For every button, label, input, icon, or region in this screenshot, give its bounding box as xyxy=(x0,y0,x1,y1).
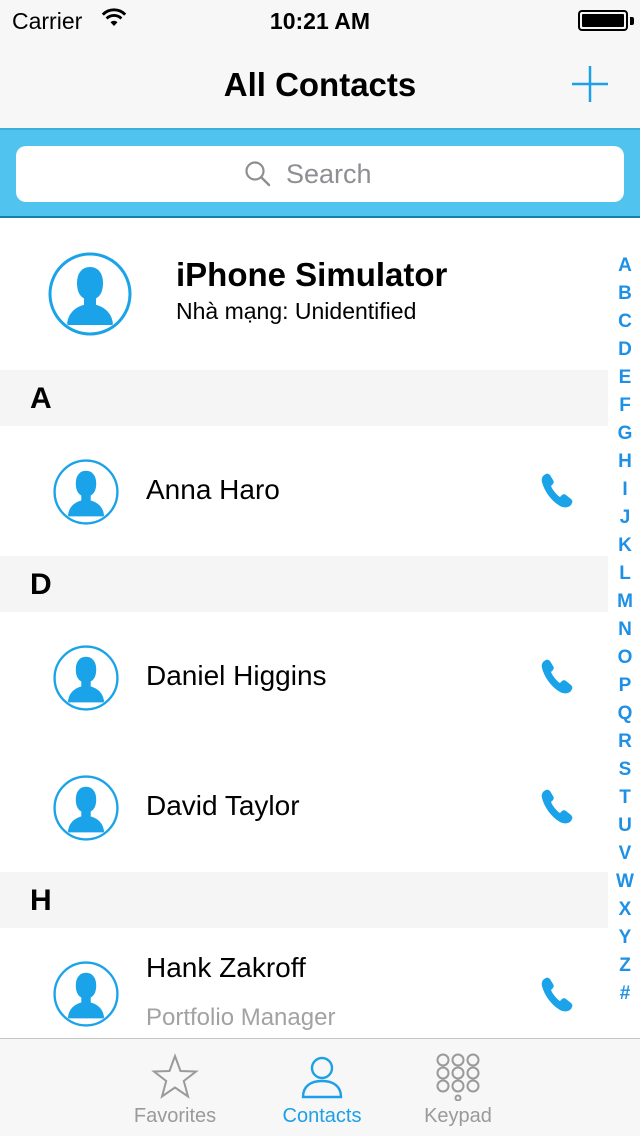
contact-name: Anna Haro xyxy=(146,474,280,505)
search-input[interactable] xyxy=(286,158,396,190)
index-letter[interactable]: L xyxy=(619,560,631,588)
index-letter[interactable]: A xyxy=(618,252,632,280)
contact-name: Daniel Higgins xyxy=(146,660,327,691)
contact-row[interactable]: Anna Haro xyxy=(0,426,608,556)
tab-favorites[interactable]: Favorites xyxy=(115,1039,235,1136)
index-letter[interactable]: V xyxy=(619,840,632,868)
section-header-d: D xyxy=(0,556,608,612)
index-letter[interactable]: X xyxy=(619,896,632,924)
index-letter[interactable]: G xyxy=(618,420,633,448)
status-time: 10:21 AM xyxy=(269,8,371,34)
add-contact-button[interactable] xyxy=(570,64,610,104)
section-header-a: A xyxy=(0,370,608,426)
phone-icon[interactable] xyxy=(540,658,574,696)
tab-bar: Favorites Contacts Keypad xyxy=(0,1038,640,1136)
tab-contacts[interactable]: Contacts xyxy=(262,1039,382,1136)
index-letter[interactable]: H xyxy=(618,448,632,476)
index-letter[interactable]: D xyxy=(618,336,632,364)
index-letter[interactable]: J xyxy=(620,504,631,532)
search-icon xyxy=(245,161,271,187)
tab-label: Contacts xyxy=(282,1105,362,1127)
phone-icon[interactable] xyxy=(540,788,574,826)
contact-row[interactable]: Daniel Higgins xyxy=(0,612,608,742)
index-letter[interactable]: U xyxy=(618,812,632,840)
status-bar: Carrier 10:21 AM xyxy=(0,0,640,40)
section-index[interactable]: A B C D E F G H I J K L M N O P Q R S T U V W X Y Z # xyxy=(610,252,640,1008)
index-letter[interactable]: F xyxy=(619,392,631,420)
person-icon xyxy=(301,1056,343,1099)
search-field[interactable] xyxy=(16,146,624,202)
index-letter[interactable]: T xyxy=(619,784,631,812)
index-letter[interactable]: C xyxy=(618,308,632,336)
tab-keypad[interactable]: Keypad xyxy=(398,1039,518,1136)
index-letter[interactable]: N xyxy=(618,616,632,644)
contact-name: Hank Zakroff xyxy=(146,952,306,983)
index-letter[interactable]: O xyxy=(618,644,633,672)
contact-row[interactable]: Hank Zakroff Portfolio Manager xyxy=(0,928,608,1038)
avatar-icon xyxy=(48,252,132,336)
page-title: All Contacts xyxy=(223,66,417,103)
avatar-icon xyxy=(53,775,119,841)
avatar-icon xyxy=(53,645,119,711)
contact-subtitle: Portfolio Manager xyxy=(146,1004,336,1031)
avatar-icon xyxy=(53,961,119,1027)
battery-tip xyxy=(630,17,634,25)
my-card[interactable]: iPhone Simulator Nhà mạng: Unidentified xyxy=(0,218,608,370)
my-card-name: iPhone Simulator xyxy=(176,256,448,293)
index-letter[interactable]: B xyxy=(618,280,632,308)
search-bar xyxy=(0,128,640,218)
my-card-subtitle: Nhà mạng: Unidentified xyxy=(176,298,417,324)
index-letter[interactable]: R xyxy=(618,728,632,756)
index-letter[interactable]: Y xyxy=(619,924,632,952)
keypad-icon xyxy=(436,1053,480,1101)
index-letter[interactable]: Q xyxy=(618,700,633,728)
index-letter[interactable]: K xyxy=(618,532,632,560)
star-icon xyxy=(151,1053,199,1099)
phone-icon[interactable] xyxy=(540,976,574,1014)
index-letter[interactable]: W xyxy=(616,868,634,896)
index-letter[interactable]: P xyxy=(619,672,632,700)
contacts-list: iPhone Simulator Nhà mạng: Unidentified … xyxy=(0,218,608,1038)
index-letter[interactable]: # xyxy=(620,980,631,1008)
index-letter[interactable]: M xyxy=(617,588,633,616)
battery-icon xyxy=(578,10,628,31)
tab-label: Favorites xyxy=(133,1105,217,1127)
contact-name: David Taylor xyxy=(146,790,300,821)
avatar-icon xyxy=(53,459,119,525)
tab-label: Keypad xyxy=(424,1105,492,1127)
index-letter[interactable]: S xyxy=(619,756,632,784)
navigation-bar: All Contacts xyxy=(0,40,640,128)
index-letter[interactable]: Z xyxy=(619,952,631,980)
section-header-h: H xyxy=(0,872,608,928)
phone-icon[interactable] xyxy=(540,472,574,510)
contact-row[interactable]: David Taylor xyxy=(0,742,608,872)
index-letter[interactable]: I xyxy=(622,476,627,504)
index-letter[interactable]: E xyxy=(619,364,632,392)
plus-icon xyxy=(572,66,608,102)
